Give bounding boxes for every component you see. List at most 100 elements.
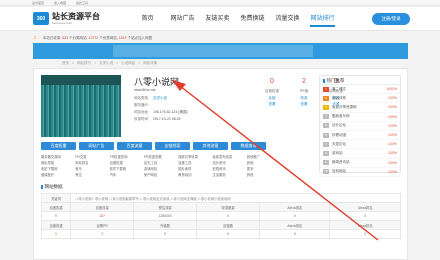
- section-title: 网站数据: [41, 184, 63, 190]
- action-button[interactable]: 百度权重: [41, 142, 76, 150]
- breadcrumb-item[interactable]: 网站排行: [77, 61, 91, 67]
- table-header-cell: 百度权重: [40, 220, 72, 230]
- notice-count: 47272: [88, 35, 99, 40]
- rank-badge: 8: [323, 150, 329, 156]
- breadcrumb-item[interactable]: 小说网站: [121, 61, 135, 67]
- breadcrumb-separator: >: [116, 61, 119, 65]
- breadcrumb-separator: >: [72, 61, 75, 65]
- category-link[interactable]: 养生: [75, 172, 109, 178]
- category-link[interactable]: 健康医疗: [41, 172, 75, 178]
- action-button[interactable]: 网站广告: [79, 142, 114, 150]
- hot-item[interactable]: 7 天涯论坛 100%: [320, 140, 400, 150]
- keyword-cell: 八零小说网八零小说网,八零小说网最新章节,八零小说网全文阅读,八零小说网无弹窗,…: [70, 193, 401, 203]
- action-button[interactable]: 友链档案: [155, 142, 190, 150]
- topbar-link[interactable]: 设为首页: [32, 1, 44, 5]
- stat-pr: 2 PR值: [299, 78, 309, 93]
- hot-item[interactable]: 5 站长论坛 100%: [320, 122, 400, 131]
- action-button[interactable]: 数据查询: [231, 142, 266, 150]
- hot-recommend-box: 热门推荐 1 第二博文 1001% 2 新浪体育 100% 3 免费分享资源网 100% 4…: [319, 75, 401, 177]
- nav-traffic-exchange[interactable]: 流量交换: [270, 7, 305, 31]
- rank-badge: 3: [323, 104, 329, 110]
- category-link[interactable]: 汽车: [110, 172, 144, 178]
- table-cell: 0: [40, 211, 72, 221]
- hot-item[interactable]: 8 游戏站 100%: [320, 149, 400, 159]
- site-logo[interactable]: 360 站长资源平台 www.seee.com: [33, 12, 100, 25]
- category-link[interactable]: 生活服务: [212, 172, 246, 178]
- hot-item[interactable]: 3 免费分享资源网 100%: [320, 103, 400, 113]
- logo-text: 站长资源平台 www.seee.com: [52, 11, 100, 25]
- stat-link[interactable]: 查看: [288, 101, 320, 107]
- logo-title: 站长资源平台: [52, 11, 100, 21]
- banner-ad[interactable]: [33, 43, 408, 59]
- table-cell: 0: [259, 229, 331, 239]
- table-cell: 0: [40, 229, 72, 239]
- rank-badge: 9: [323, 160, 329, 166]
- table-header-cell: 谷歌PR: [70, 220, 135, 230]
- site-screenshot[interactable]: [41, 75, 121, 137]
- table-header-cell: Alexa排名: [259, 220, 331, 230]
- category-link[interactable]: 教育培训: [178, 172, 212, 178]
- table-header-cell: Alexa排名: [259, 202, 331, 212]
- site-detail-panel: 八零小说网 ● www.80xs.me 网站类型: 文学小说 服务器IP: 网站地址…: [33, 68, 408, 260]
- action-button[interactable]: 百度流量: [117, 142, 152, 150]
- hot-item[interactable]: 4 酷我音乐网 100%: [320, 113, 400, 122]
- hot-item[interactable]: 9 新闻资讯站 100%: [320, 159, 400, 168]
- action-button[interactable]: 其他流量: [193, 142, 228, 150]
- notice-count: 633: [62, 35, 69, 40]
- category-link[interactable]: 其他: [247, 172, 281, 178]
- nav-site-ranking[interactable]: 网站排行: [305, 7, 340, 31]
- category-link[interactable]: 房产网站: [144, 172, 178, 178]
- notice-text: 个站点加入网盟: [127, 35, 152, 40]
- hot-item[interactable]: 2 新浪体育 100%: [320, 94, 400, 104]
- breadcrumb-item: 网站详情: [143, 61, 158, 65]
- site-info-row: 网站类型: 文学小说: [134, 96, 167, 100]
- breadcrumb-separator: >: [94, 61, 97, 65]
- breadcrumb-separator: >: [138, 61, 141, 65]
- login-register-button[interactable]: 注册/登录: [372, 13, 410, 25]
- site-info-row: 服务器IP:: [134, 103, 149, 107]
- stat-link[interactable]: 查看: [256, 101, 288, 107]
- rank-badge: 2: [323, 95, 329, 101]
- logo-subtitle: www.seee.com: [52, 20, 73, 25]
- site-header: 360 站长资源平台 www.seee.com 首页 网站广告 友链买卖 免费换…: [0, 7, 440, 31]
- table-cell: 0: [133, 229, 198, 239]
- rank-badge: 4: [323, 114, 329, 120]
- table-cell: 1280000: [133, 211, 198, 221]
- breadcrumb-item[interactable]: 文学小说: [99, 61, 113, 67]
- nav-home[interactable]: 首页: [130, 7, 165, 31]
- top-utility-bar: 设为首页 加入收藏 站长工具: [0, 0, 440, 6]
- table-cell: 187: [70, 211, 135, 221]
- bell-icon: ♫: [33, 35, 37, 41]
- category-row: 健康医疗 养生 汽车 房产网站 教育培训 生活服务 其他: [41, 172, 316, 178]
- table-row: 百度权重 百度流量 预估流量 收录数量 Alexa排名 Alexa排名: [40, 202, 401, 212]
- breadcrumb-item[interactable]: 首页: [62, 61, 69, 67]
- table-cell: 2: [70, 229, 135, 239]
- notice-text: 个分类网站,: [69, 35, 88, 40]
- topbar-link[interactable]: 加入收藏: [54, 1, 66, 5]
- nav-ads[interactable]: 网站广告: [165, 7, 200, 31]
- hot-item[interactable]: 10 百科网站 100%: [320, 168, 400, 177]
- table-row: 关键词 八零小说网八零小说网,八零小说网最新章节,八零小说网全文阅读,八零小说网…: [40, 193, 401, 203]
- site-category-link[interactable]: 文学小说: [153, 96, 167, 100]
- site-data-table: 关键词 八零小说网八零小说网,八零小说网最新章节,八零小说网全文阅读,八零小说网…: [40, 193, 401, 239]
- action-buttons: 百度权重 网站广告 百度流量 友链档案 其他流量 数据查询: [41, 142, 266, 150]
- stat-baidu-weight: 0 百度权重: [265, 78, 279, 93]
- table-cell: 关键词: [40, 193, 72, 203]
- hot-title: 热门推荐: [320, 76, 400, 85]
- table-row: 百度权重 谷歌PR 外链数 反链数 Alexa排名 Alexa排名: [40, 220, 401, 230]
- site-info-list: 网站类型: 文学小说 服务器IP: 网站地址: 196.176.52.124 (美国…: [134, 95, 188, 123]
- nav-link-trade[interactable]: 友链买卖: [200, 7, 235, 31]
- site-url[interactable]: www.80xs.me: [134, 88, 156, 92]
- hot-item[interactable]: 1 第二博文 1001%: [320, 85, 400, 95]
- rank-badge: 1: [323, 86, 329, 92]
- topbar-link[interactable]: 站长工具: [76, 1, 88, 5]
- site-info-row: 网站地址: 196.176.52.124 (美国): [134, 110, 188, 114]
- table-header-cell: Alexa排名: [329, 202, 401, 212]
- hot-item[interactable]: 6 好看动漫 100%: [320, 131, 400, 141]
- table-header-cell: 收录数量: [196, 202, 261, 212]
- table-header-cell: 百度流量: [70, 202, 135, 212]
- rank-badge: 7: [323, 141, 329, 147]
- nav-link-exchange[interactable]: 免费换链: [235, 7, 270, 31]
- table-header-cell: Alexa排名: [329, 220, 401, 230]
- rank-badge: 6: [323, 132, 329, 138]
